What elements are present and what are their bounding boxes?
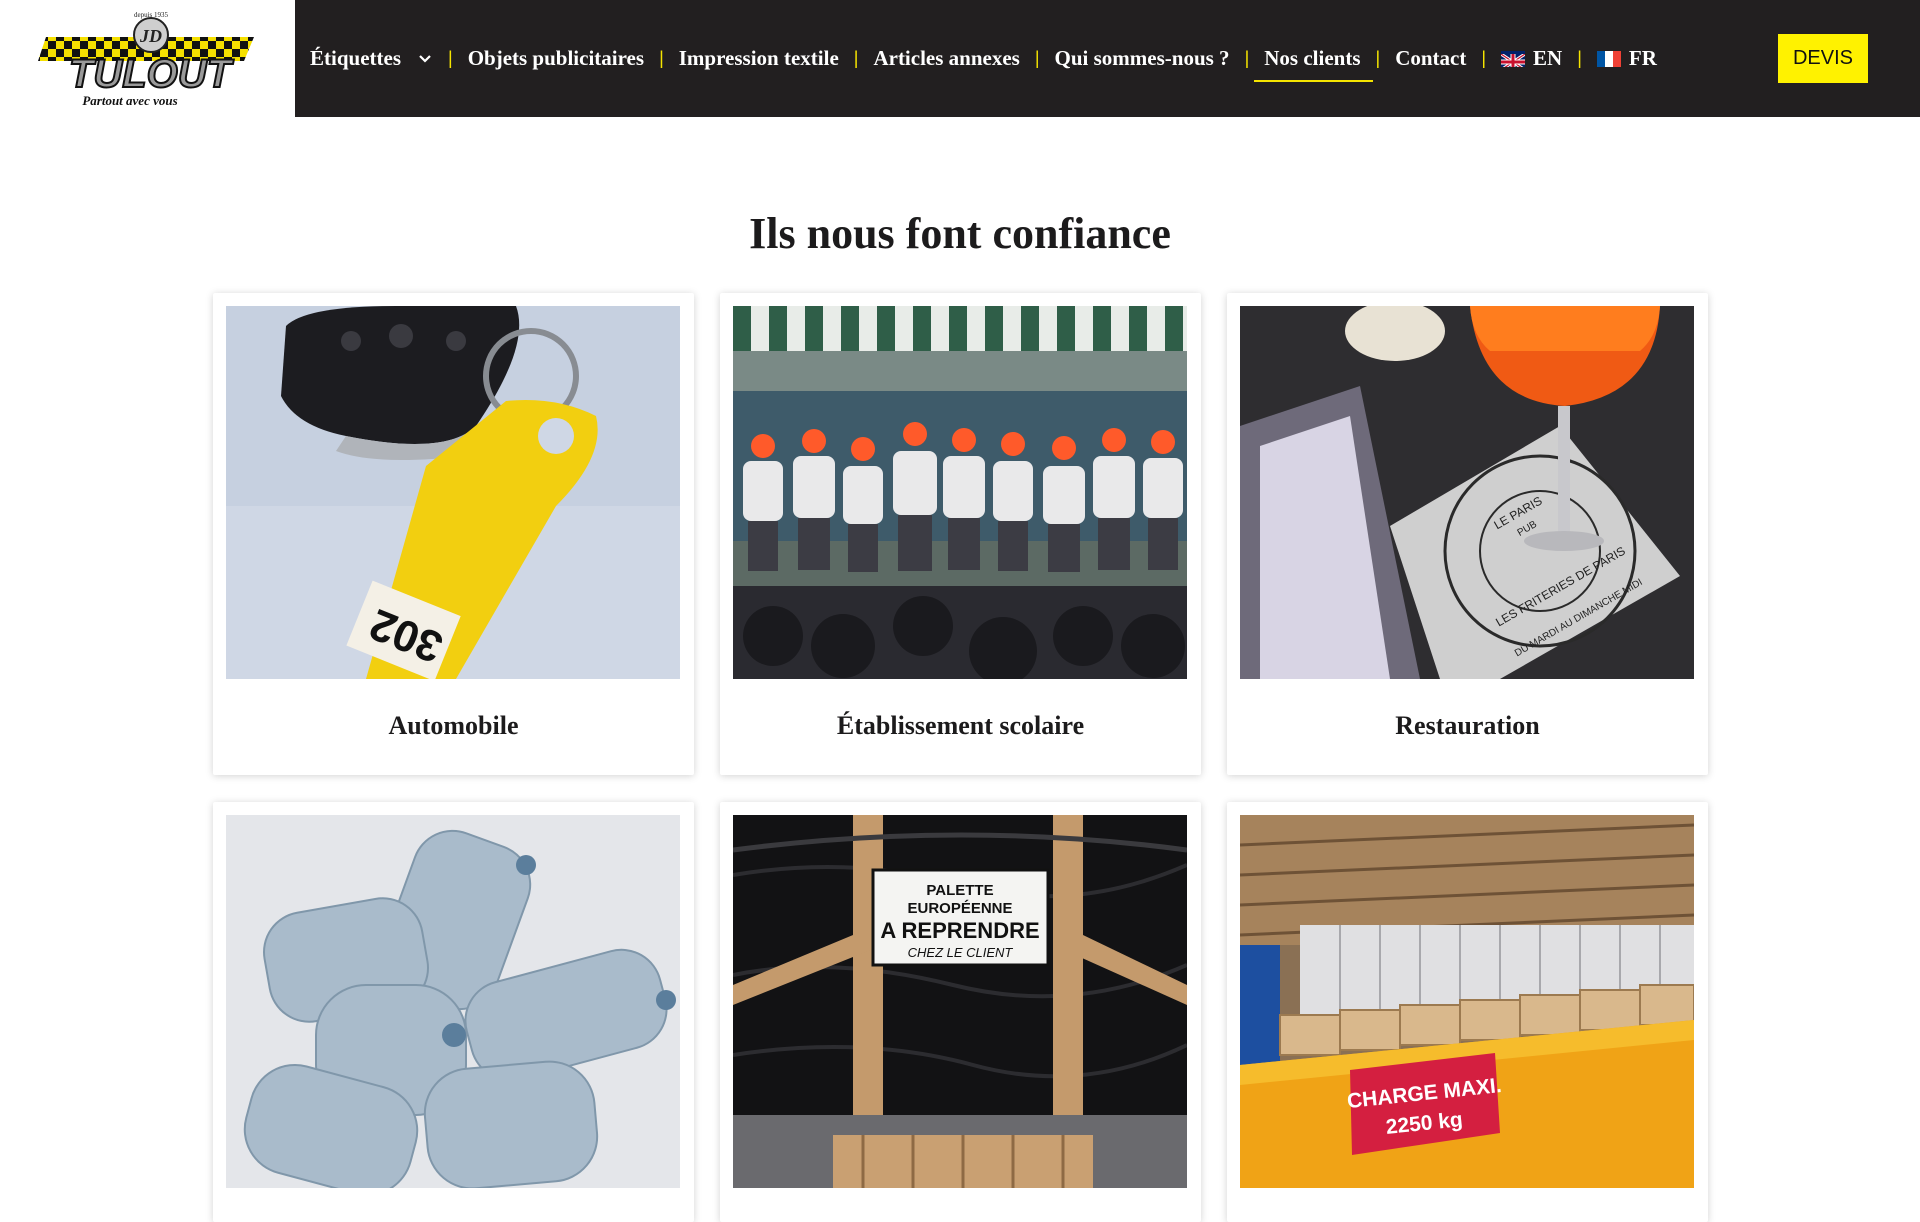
nav-item-label: Étiquettes: [310, 46, 401, 70]
nav-separator: |: [1577, 48, 1582, 68]
card-image-text: CHEZ LE CLIENT: [908, 945, 1014, 960]
nav-separator: |: [1244, 48, 1250, 68]
nav-item-etiquettes[interactable]: Étiquettes: [310, 0, 433, 117]
devis-button[interactable]: DEVIS: [1778, 34, 1868, 83]
card-image-text: EUROPÉENNE: [907, 900, 1012, 917]
logo-brand: TULOUT: [68, 52, 234, 96]
nav-item-articles-annexes[interactable]: Articles annexes: [873, 0, 1019, 117]
nav-item-objets-publicitaires[interactable]: Objets publicitaires: [468, 0, 644, 117]
nav-lang-en[interactable]: EN: [1501, 0, 1562, 117]
client-card-4[interactable]: [213, 802, 694, 1222]
logo-tagline: Partout avec vous: [82, 93, 177, 108]
card-image: [226, 815, 680, 1188]
card-image: 302: [226, 306, 680, 679]
card-image-text: PALETTE: [926, 882, 993, 899]
nav-item-label: Impression textile: [678, 46, 839, 70]
card-label: Restauration: [1395, 711, 1540, 740]
tulout-logo-graphic: JD depuis 1935 TULOUT Partout avec vous: [37, 11, 254, 108]
nav-item-nos-clients[interactable]: Nos clients: [1254, 0, 1373, 117]
client-card-automobile[interactable]: 302 Automobile: [213, 293, 694, 775]
nav-lang-label: FR: [1628, 46, 1657, 70]
nav-item-label: Contact: [1395, 46, 1467, 70]
uk-flag-icon: [1501, 50, 1526, 67]
nav-item-qui-sommes-nous[interactable]: Qui sommes-nous ?: [1055, 0, 1230, 117]
nav-item-label: Qui sommes-nous ?: [1054, 46, 1230, 70]
logo-since: depuis 1935: [133, 11, 168, 19]
card-image: [733, 306, 1187, 679]
client-card-etablissement-scolaire[interactable]: Établissement scolaire: [720, 293, 1201, 775]
site-header: JD depuis 1935 TULOUT Partout avec vous …: [0, 0, 1920, 117]
card-image: CHARGE MAXI. 2250 kg: [1240, 815, 1694, 1188]
logo-monogram: JD: [139, 26, 162, 46]
nav-item-impression-textile[interactable]: Impression textile: [679, 0, 839, 117]
nav-separator: |: [853, 48, 859, 68]
client-card-5[interactable]: PALETTE EUROPÉENNE A REPRENDRE CHEZ LE C…: [720, 802, 1201, 1222]
main-nav: Étiquettes | Objets publicitaires | Impr…: [310, 0, 1657, 117]
chevron-down-icon[interactable]: [417, 51, 433, 67]
card-image-text: A REPRENDRE: [880, 918, 1039, 943]
nav-separator: |: [1481, 48, 1487, 68]
nav-item-label: Objets publicitaires: [467, 46, 645, 70]
nav-separator: |: [659, 48, 664, 68]
nav-lang-label: EN: [1533, 46, 1563, 70]
nav-item-label: Articles annexes: [873, 46, 1020, 70]
client-card-restauration[interactable]: LE PARIS PUB LES FRITERIES DE PARIS DU M…: [1227, 293, 1708, 775]
nav-separator: |: [1034, 48, 1040, 68]
card-image: LE PARIS PUB LES FRITERIES DE PARIS DU M…: [1240, 306, 1694, 679]
fr-flag-icon: [1596, 50, 1621, 67]
nav-lang-fr[interactable]: FR: [1596, 0, 1657, 117]
nav-item-contact[interactable]: Contact: [1395, 0, 1466, 117]
card-label: Établissement scolaire: [836, 711, 1085, 740]
card-label: Automobile: [388, 711, 519, 740]
card-image: PALETTE EUROPÉENNE A REPRENDRE CHEZ LE C…: [733, 815, 1187, 1188]
site-logo[interactable]: JD depuis 1935 TULOUT Partout avec vous: [0, 0, 295, 117]
nav-separator: |: [448, 48, 453, 68]
nav-separator: |: [1375, 48, 1381, 68]
page-title: Ils nous font confiance: [749, 209, 1171, 258]
nav-item-label: Nos clients: [1264, 46, 1361, 70]
client-card-6[interactable]: CHARGE MAXI. 2250 kg: [1227, 802, 1708, 1222]
